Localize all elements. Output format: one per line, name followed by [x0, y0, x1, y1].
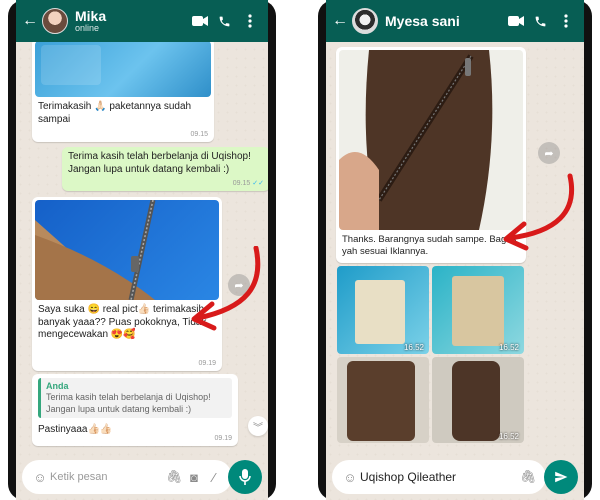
video-call-icon[interactable]: [187, 15, 212, 27]
phone-icon[interactable]: [528, 15, 553, 28]
video-call-icon[interactable]: [503, 15, 528, 27]
right-chat-screen: ← Myesa sani Thanks. Barangnya sudah sam…: [326, 0, 584, 500]
message-bubble-reply[interactable]: Anda Terima kasih telah berbelanja di Uq…: [32, 374, 238, 446]
chat-header: ← Myesa sani: [326, 0, 584, 42]
attach-icon[interactable]: 🖇: [164, 467, 184, 487]
scroll-down-icon[interactable]: ︾: [248, 416, 268, 436]
message-input[interactable]: [360, 470, 518, 484]
message-time: 09.15: [232, 180, 251, 188]
avatar[interactable]: [42, 8, 68, 34]
more-icon[interactable]: [237, 14, 262, 28]
send-button[interactable]: [544, 460, 578, 494]
right-phone: ← Myesa sani Thanks. Barangnya sudah sam…: [318, 0, 592, 500]
phone-icon[interactable]: [212, 15, 237, 28]
camera-icon[interactable]: ◙: [184, 467, 204, 487]
message-text: Terima kasih telah berbelanja di Uqishop…: [68, 151, 251, 175]
stylus-icon[interactable]: ⁄: [204, 467, 224, 487]
contact-name: Mika: [75, 7, 107, 24]
grid-photo[interactable]: 16.52: [432, 357, 524, 443]
bag-zipper-photo[interactable]: [35, 200, 219, 300]
left-chat-screen: ← Mika online Terimakasih 🙏🏻 paketannya …: [16, 0, 268, 500]
back-arrow-icon[interactable]: ←: [22, 12, 38, 30]
left-phone: ← Mika online Terimakasih 🙏🏻 paketannya …: [8, 0, 276, 500]
package-photo[interactable]: [35, 41, 211, 97]
avatar[interactable]: [352, 8, 378, 34]
attach-icon[interactable]: 🖇: [518, 467, 538, 487]
grid-photo[interactable]: [337, 357, 429, 443]
photo-time: 16.52: [403, 343, 424, 352]
send-icon: [555, 471, 568, 483]
grid-photo[interactable]: 16.52: [337, 266, 429, 354]
forward-icon[interactable]: ➦: [538, 142, 560, 164]
quote-text: Terima kasih telah berbelanja di Uqishop…: [46, 392, 211, 414]
message-text: Terimakasih 🙏🏻 paketannya sudah sampai: [38, 101, 192, 125]
message-time: 09.15: [190, 131, 208, 139]
photo-time: 16.52: [498, 432, 519, 441]
mic-button[interactable]: [228, 460, 262, 494]
more-icon[interactable]: [553, 14, 578, 28]
contact-status: online: [75, 22, 100, 33]
message-bubble[interactable]: Thanks. Barangnya sudah sampe. Bagus yah…: [336, 47, 526, 263]
read-ticks-icon: ✓✓: [252, 180, 264, 188]
message-text: Pastinyaaa👍🏻👍🏻: [38, 423, 113, 435]
grid-photo[interactable]: 16.52: [432, 266, 524, 354]
emoji-icon[interactable]: ☺: [340, 467, 360, 487]
forward-icon[interactable]: ➦: [228, 274, 250, 296]
message-time: 09.19: [214, 435, 232, 443]
message-input[interactable]: [50, 471, 164, 483]
message-text: Thanks. Barangnya sudah sampe. Bagus yah…: [342, 234, 517, 257]
back-arrow-icon[interactable]: ←: [332, 12, 348, 30]
photo-time: 16.52: [498, 343, 519, 352]
message-bubble[interactable]: Terimakasih 🙏🏻 paketannya sudah sampai 0…: [32, 38, 214, 142]
message-text: Saya suka 😄 real pict👍🏻 terimakasih bany…: [38, 304, 207, 340]
contact-name: Myesa sani: [385, 12, 460, 29]
chat-header: ← Mika online: [16, 0, 268, 42]
message-input-bar: ☺ 🖇 ◙ ⁄: [22, 460, 232, 494]
mic-icon: [239, 469, 251, 485]
quote-author: Anda: [46, 381, 69, 391]
message-bubble-outgoing[interactable]: Terima kasih telah berbelanja di Uqishop…: [62, 147, 268, 191]
message-bubble[interactable]: Saya suka 😄 real pict👍🏻 terimakasih bany…: [32, 197, 222, 371]
message-time: 09.19: [198, 360, 216, 368]
emoji-icon[interactable]: ☺: [30, 467, 50, 487]
quoted-message[interactable]: Anda Terima kasih telah berbelanja di Uq…: [38, 378, 232, 418]
message-input-bar: ☺ 🖇: [332, 460, 546, 494]
leather-bag-photo[interactable]: [339, 50, 523, 230]
